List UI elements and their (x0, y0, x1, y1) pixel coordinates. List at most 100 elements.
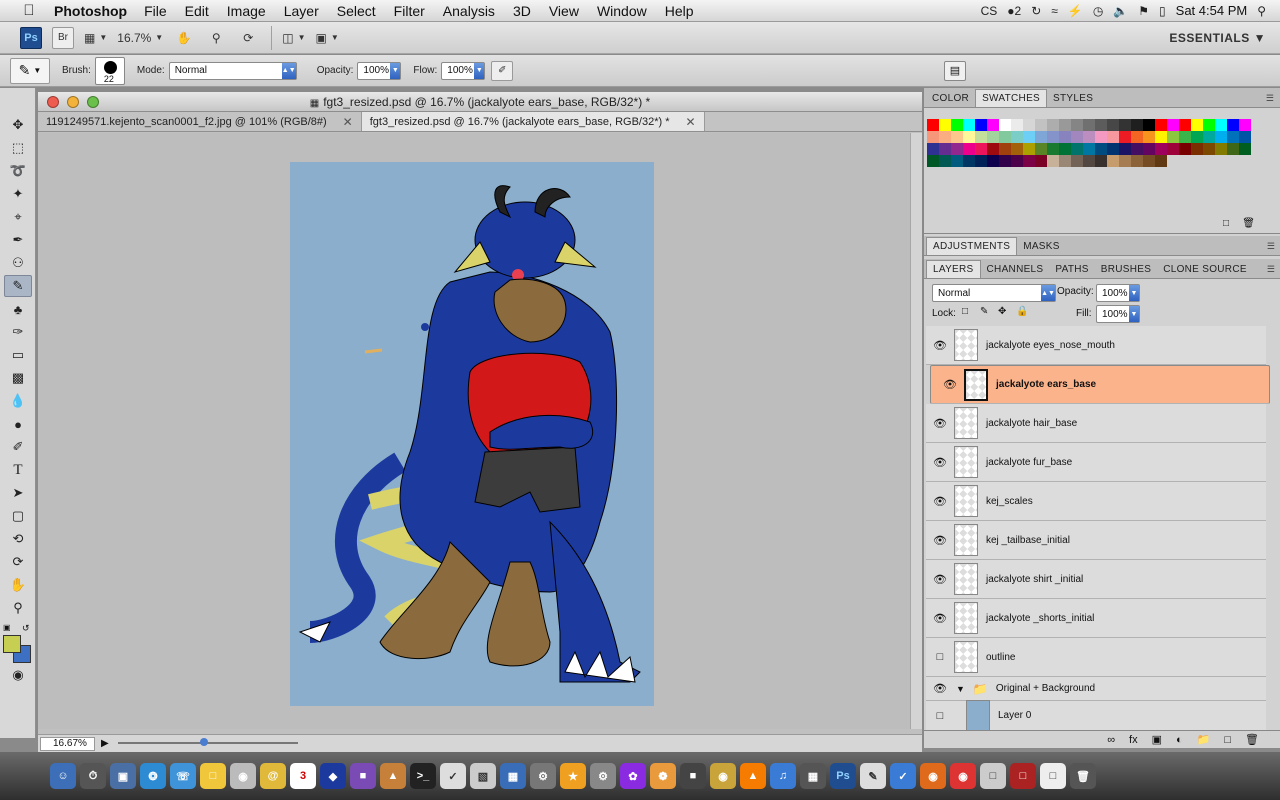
color-swatch[interactable] (1191, 131, 1203, 143)
wifi-icon[interactable]: ≈ (1051, 4, 1058, 18)
vlc-icon[interactable]: ▲ (740, 763, 766, 789)
layer-opacity-field[interactable]: 100% ▼ (1096, 284, 1140, 302)
menu-image[interactable]: Image (218, 3, 275, 19)
zoom-tool-button[interactable]: ⚲ (205, 27, 227, 49)
shape-tool[interactable]: ▢ (4, 505, 32, 527)
3d-orbit-tool[interactable]: ⟳ (4, 551, 32, 573)
firefox-icon[interactable]: ◉ (920, 763, 946, 789)
menu-edit[interactable]: Edit (176, 3, 218, 19)
color-swatch[interactable] (1203, 143, 1215, 155)
color-swatch[interactable] (1227, 119, 1239, 131)
color-swatch[interactable] (999, 119, 1011, 131)
airbrush-toggle[interactable]: ✐ (491, 60, 514, 81)
marquee-tool[interactable]: ⬚ (4, 137, 32, 159)
preview-icon[interactable]: ▣ (110, 763, 136, 789)
color-swatch[interactable] (1179, 143, 1191, 155)
app-icon[interactable]: ▧ (470, 763, 496, 789)
color-swatch[interactable] (1227, 143, 1239, 155)
color-swatch[interactable] (963, 119, 975, 131)
canvas-area[interactable] (38, 133, 910, 729)
color-swatch[interactable] (1107, 143, 1119, 155)
color-swatch[interactable] (1059, 119, 1071, 131)
color-swatch[interactable] (1239, 119, 1251, 131)
color-swatch[interactable] (1095, 131, 1107, 143)
color-swatch[interactable] (1083, 131, 1095, 143)
color-swatch[interactable] (1239, 143, 1251, 155)
color-swatch[interactable] (1167, 131, 1179, 143)
color-swatch[interactable] (999, 155, 1011, 167)
photoshop-dock-icon[interactable]: Ps (830, 763, 856, 789)
color-swatch[interactable] (963, 131, 975, 143)
tool-preset-picker[interactable]: ✎ ▼ (10, 57, 50, 84)
color-swatch[interactable] (1155, 131, 1167, 143)
panel-menu-icon[interactable]: ☰ (1266, 93, 1274, 104)
apple-icon[interactable]:  (18, 2, 40, 19)
color-swatch[interactable] (1059, 143, 1071, 155)
spotlight-icon[interactable]: ⚲ (1257, 4, 1266, 18)
color-swatch[interactable] (951, 155, 963, 167)
trash-icon[interactable]: 🗑 (1242, 218, 1255, 229)
swatch-grid[interactable] (927, 119, 1251, 167)
color-swatch[interactable] (1167, 143, 1179, 155)
time-machine-icon[interactable]: ◷ (1093, 4, 1103, 18)
clock[interactable]: Sat 4:54 PM (1176, 3, 1248, 18)
app-icon[interactable]: ✓ (440, 763, 466, 789)
color-swatch[interactable] (1035, 155, 1047, 167)
color-swatch[interactable] (1119, 119, 1131, 131)
color-swatch[interactable] (1179, 119, 1191, 131)
color-swatch[interactable] (1131, 119, 1143, 131)
system-preferences-icon[interactable]: ⚙ (590, 763, 616, 789)
app-icon[interactable]: ⚙ (530, 763, 556, 789)
eye-icon[interactable]: 👁 (930, 417, 950, 430)
color-swatch[interactable] (927, 131, 939, 143)
color-swatch[interactable] (987, 155, 999, 167)
brush-preset-picker[interactable]: 22 (94, 56, 125, 85)
magic-wand-tool[interactable]: ✦ (4, 183, 32, 205)
layer-row[interactable]: 👁 jackalyote eyes_nose_mouth (926, 326, 1266, 365)
color-swatch[interactable] (1155, 143, 1167, 155)
color-swatch[interactable] (1083, 119, 1095, 131)
color-swatch[interactable] (1179, 131, 1191, 143)
color-swatch[interactable] (1215, 143, 1227, 155)
color-swatch[interactable] (975, 119, 987, 131)
tab-styles[interactable]: STYLES (1047, 90, 1099, 107)
layer-row[interactable]: 👁 kej_scales (926, 482, 1266, 521)
panel-toggle-button[interactable]: ▤ (944, 60, 966, 81)
tab-layers[interactable]: LAYERS (926, 260, 981, 278)
eraser-tool[interactable]: ▭ (4, 344, 32, 366)
document-icon[interactable]: □ (1040, 763, 1066, 789)
color-swatch[interactable] (1035, 131, 1047, 143)
eye-icon[interactable]: 👁 (930, 573, 950, 586)
layer-row[interactable]: 👁 jackalyote _shorts_initial (926, 599, 1266, 638)
quick-mask-button[interactable]: ◉ (4, 664, 32, 686)
app-icon[interactable]: ✿ (620, 763, 646, 789)
trash-icon[interactable]: 🗑 (1070, 763, 1096, 789)
bluetooth-icon[interactable]: ⚡ (1068, 4, 1083, 18)
color-swatch[interactable] (1107, 119, 1119, 131)
color-swatch[interactable] (1239, 131, 1251, 143)
color-swatch[interactable] (1191, 143, 1203, 155)
dashboard-icon[interactable]: ⏱ (80, 763, 106, 789)
safari-icon[interactable]: ❂ (140, 763, 166, 789)
workspace-switcher[interactable]: ESSENTIALS ▼ (1169, 31, 1266, 45)
app-icon[interactable]: ✓ (890, 763, 916, 789)
artwork[interactable] (290, 162, 654, 706)
color-swatch[interactable] (939, 155, 951, 167)
app-name-menu[interactable]: Photoshop (54, 3, 127, 19)
color-swatch[interactable] (1191, 119, 1203, 131)
color-swatch[interactable] (1011, 155, 1023, 167)
adjustment-layer-icon[interactable]: ◐ (1176, 734, 1183, 746)
color-swatch[interactable] (1203, 131, 1215, 143)
zoom-readout-field[interactable]: 16.67% (40, 736, 95, 751)
eye-icon[interactable]: 👁 (930, 682, 950, 695)
path-selection-tool[interactable]: ➤ (4, 482, 32, 504)
zoom-window-button[interactable] (87, 96, 99, 108)
view-extras-button[interactable]: ▦ ▼ (84, 27, 107, 49)
app-icon[interactable]: ■ (350, 763, 376, 789)
eye-icon[interactable]: 👁 (930, 612, 950, 625)
horizontal-scrollbar[interactable] (118, 738, 298, 746)
volume-icon[interactable]: 🔈 (1113, 4, 1128, 18)
app-icon[interactable]: ★ (560, 763, 586, 789)
hand-tool-button[interactable]: ✋ (173, 27, 195, 49)
stickies-icon[interactable]: □ (200, 763, 226, 789)
